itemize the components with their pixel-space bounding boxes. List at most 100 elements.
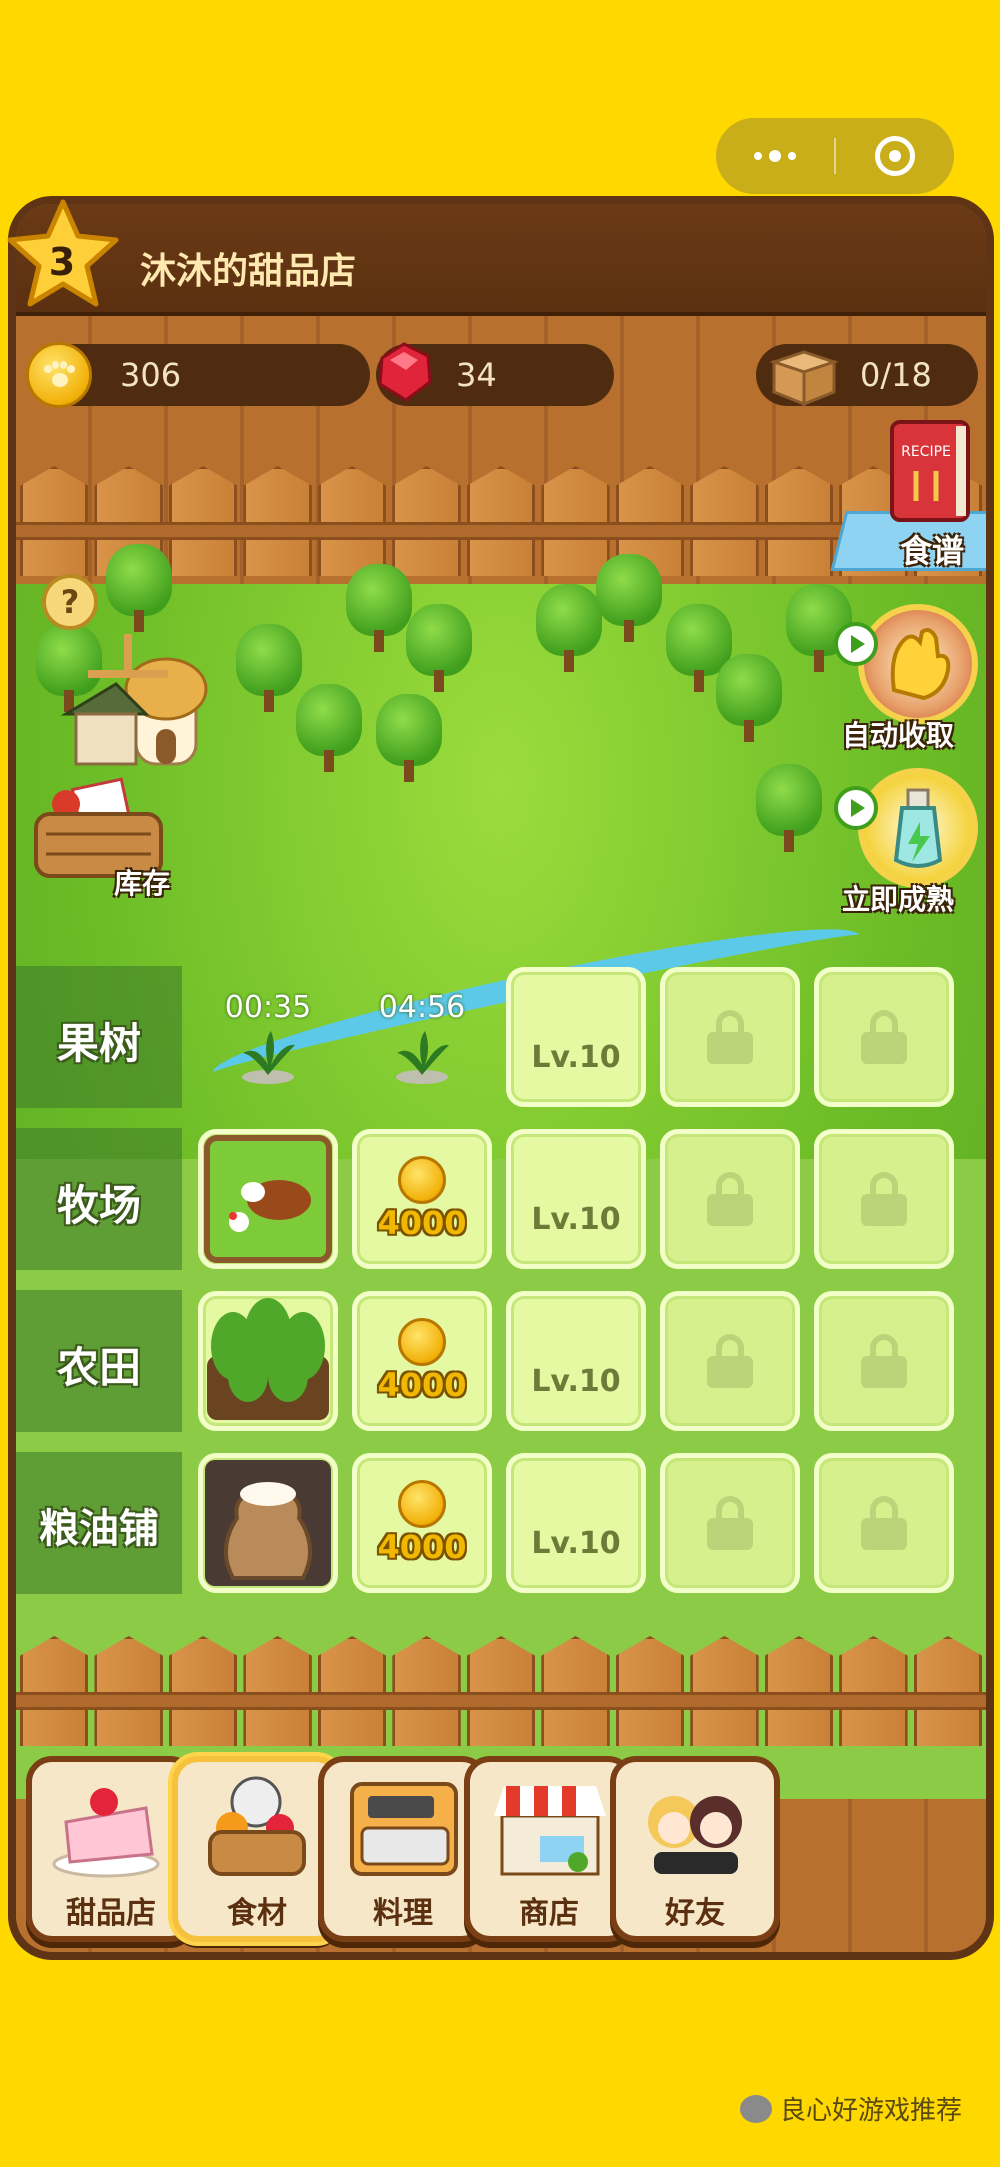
required-level: Lv.10 [531,1039,621,1075]
tree [536,584,602,674]
tree [756,764,822,854]
lock-icon [861,1334,907,1388]
auto-collect-label: 自动收取 [842,719,955,752]
nav-label: 商店 [519,1896,579,1931]
bottom-fence [16,1636,986,1746]
nav-label: 料理 [373,1896,433,1931]
coin-icon [26,342,92,408]
nav-friends-button[interactable]: 好友 [610,1756,780,1942]
basket-icon [192,1772,322,1882]
play-icon [834,622,878,666]
tree [376,694,442,784]
plot-price: 4000 [377,1204,467,1242]
inventory-button[interactable]: 库存 [26,774,176,900]
plot-price: 4000 [377,1528,467,1566]
locked-plot[interactable] [814,1453,954,1593]
windmill-house [56,634,226,784]
target-icon [875,136,915,176]
bottom-fence-rail [16,1692,986,1710]
owned-plot[interactable] [198,1453,338,1593]
coin-icon [398,1156,446,1204]
coin-value: 306 [120,356,182,394]
locked-plot[interactable] [814,967,954,1107]
buy-plot-button[interactable]: 4000 [352,1453,492,1593]
nav-basket-button[interactable]: 食材 [172,1756,342,1942]
tree [716,654,782,744]
buy-plot-button[interactable]: 4000 [352,1129,492,1269]
tree [346,564,412,654]
cake-icon [46,1772,176,1882]
lock-icon [707,1172,753,1226]
sapling-icon [233,1025,303,1085]
nav-label: 食材 [227,1896,287,1931]
more-button[interactable] [716,118,834,194]
store-icon [484,1772,614,1882]
locked-plot[interactable] [814,1291,954,1431]
watermark-text: 良心好游戏推荐 [780,2096,963,2126]
lock-icon [707,1334,753,1388]
miniprogram-capsule [716,118,954,194]
row-label: 牧场 [56,1181,141,1230]
flour-sack-icon [203,1458,333,1588]
locked-plot[interactable] [660,1129,800,1269]
shop-name: 沐沐的甜品店 [140,251,357,292]
locked-plot[interactable] [660,1453,800,1593]
oven-icon [338,1772,468,1882]
level-number: 3 [48,240,76,284]
tree [296,684,362,774]
auto-collect-button[interactable]: 自动收取 [828,604,986,764]
level-locked-plot[interactable]: Lv.10 [506,967,646,1107]
plot-price: 4000 [377,1366,467,1404]
lock-icon [861,1172,907,1226]
tree [236,624,302,714]
watermark: 良心好游戏推荐 [740,2090,962,2127]
owned-plot[interactable] [198,1129,338,1269]
coin-icon [398,1318,446,1366]
nav-store-button[interactable]: 商店 [464,1756,634,1942]
recipe-book-icon: RECIPE [890,420,970,522]
locked-plot[interactable] [660,967,800,1107]
friends-icon [630,1772,760,1882]
lock-icon [861,1010,907,1064]
potion-icon [858,768,978,888]
row-label: 粮油铺 [39,1506,159,1552]
growth-timer: 04:56 [378,989,466,1025]
buy-plot-button[interactable]: 4000 [352,1291,492,1431]
game-frame: 306 34 0/18 ? 库存 RECIPE 食谱 自动收取 立即成熟 果树 … [8,196,994,1960]
ruby-icon [368,336,440,408]
nav-label: 好友 [665,1896,725,1931]
nav-cake-button[interactable]: 甜品店 [26,1756,196,1942]
help-button[interactable]: ? [42,574,98,630]
required-level: Lv.10 [531,1525,621,1561]
inventory-label: 库存 [114,867,171,900]
required-level: Lv.10 [531,1363,621,1399]
locked-plot[interactable] [660,1291,800,1431]
growing-plot[interactable]: 04:56 [352,967,492,1107]
tree [406,604,472,694]
help-icon: ? [60,583,80,621]
wechat-icon [740,2094,772,2123]
growth-timer: 00:35 [224,989,312,1025]
growing-plot[interactable]: 00:35 [198,967,338,1107]
owned-plot[interactable] [198,1291,338,1431]
close-button[interactable] [836,118,954,194]
required-level: Lv.10 [531,1201,621,1237]
coin-icon [398,1480,446,1528]
lock-icon [707,1010,753,1064]
level-locked-plot[interactable]: Lv.10 [506,1129,646,1269]
recipe-button[interactable]: RECIPE 食谱 [830,416,986,586]
paw-icon [44,361,75,389]
gem-value: 34 [456,356,497,394]
instant-mature-button[interactable]: 立即成熟 [828,768,986,928]
row-label: 农田 [56,1343,141,1392]
tree [596,554,662,644]
locked-plot[interactable] [814,1129,954,1269]
lock-icon [861,1496,907,1550]
level-locked-plot[interactable]: Lv.10 [506,1453,646,1593]
level-locked-plot[interactable]: Lv.10 [506,1291,646,1431]
box-icon [768,344,840,408]
lock-icon [707,1496,753,1550]
nav-oven-button[interactable]: 料理 [318,1756,488,1942]
sapling-icon [387,1025,457,1085]
storage-value: 0/18 [860,356,932,394]
